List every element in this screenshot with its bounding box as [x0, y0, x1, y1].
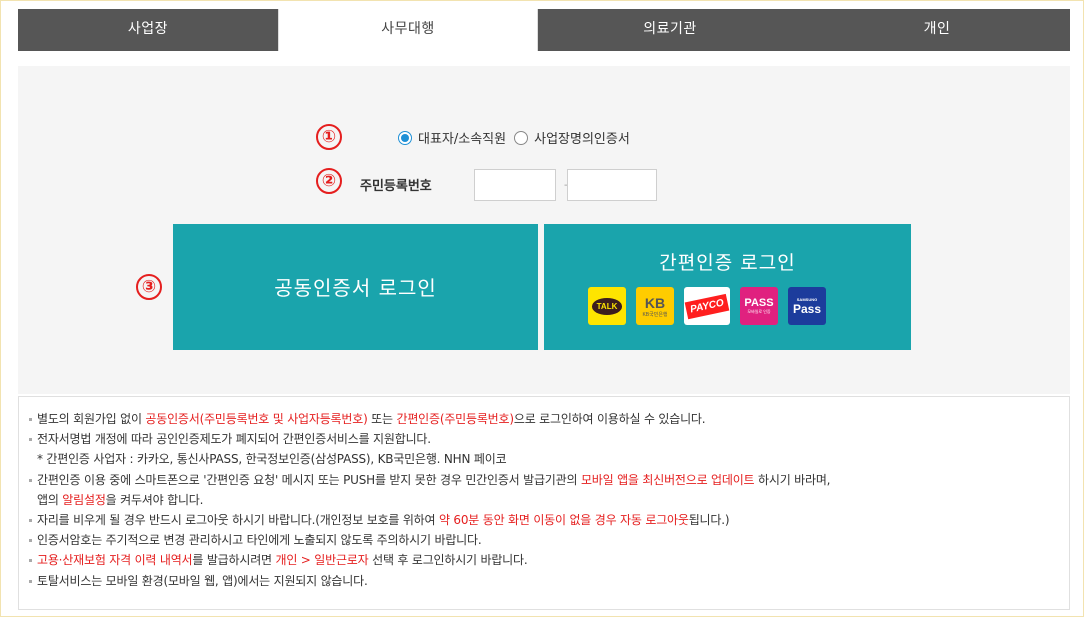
pass-logo: PASS 모바일로 인증 — [740, 287, 778, 325]
tab-business[interactable]: 사업장 — [18, 9, 278, 51]
radio-business-cert[interactable] — [514, 130, 529, 145]
provider-logos: TALK KB KB국민은행 PAYCO PASS 모바일로 인증 SAMSUNG P… — [588, 287, 826, 325]
radio-business-cert-label[interactable]: 사업장명의인증서 — [534, 128, 630, 147]
login-panel: ① 대표자/소속직원 사업장명의인증서 ② 주민등록번호 - ③ 공동인증서 로… — [18, 66, 1070, 394]
samsung-pass-logo: SAMSUNG Pass — [788, 287, 826, 325]
radio-representative-label[interactable]: 대표자/소속직원 — [418, 128, 506, 147]
simple-login-button[interactable]: 간편인증 로그인 TALK KB KB국민은행 PAYCO PASS 모바일로 인증… — [544, 224, 911, 350]
rrn-second-input[interactable] — [567, 169, 657, 201]
rrn-label: 주민등록번호 — [360, 179, 432, 194]
tab-medical[interactable]: 의료기관 — [538, 9, 802, 51]
radio-representative[interactable] — [398, 130, 412, 145]
notice-item: 전자서명법 개정에 따라 공인인증제도가 폐지되어 간편인증서비스를 지원합니다… — [29, 429, 1069, 449]
simple-login-label: 간편인증 로그인 — [659, 252, 796, 274]
cert-login-button[interactable]: 공동인증서 로그인 — [173, 224, 538, 350]
tab-bar: 사업장 사무대행 의료기관 개인 — [18, 9, 1070, 51]
notice-item: 간편인증 이용 중에 스마트폰으로 '간편인증 요청' 메시지 또는 PUSH를… — [29, 470, 1069, 490]
step-one-marker: ① — [316, 124, 342, 150]
tab-office-agent[interactable]: 사무대행 — [278, 9, 538, 51]
notice-box: 별도의 회원가입 없이 공동인증서(주민등록번호 및 사업자등록번호) 또는 간… — [18, 396, 1070, 610]
kb-bank-logo: KB KB국민은행 — [636, 287, 674, 325]
notice-item: 토탈서비스는 모바일 환경(모바일 웹, 앱)에서는 지원되지 않습니다. — [29, 571, 1069, 591]
notice-item: 별도의 회원가입 없이 공동인증서(주민등록번호 및 사업자등록번호) 또는 간… — [29, 409, 1069, 429]
tab-individual[interactable]: 개인 — [802, 9, 1072, 51]
notice-list: 별도의 회원가입 없이 공동인증서(주민등록번호 및 사업자등록번호) 또는 간… — [19, 397, 1069, 591]
step-three-marker: ③ — [136, 274, 162, 300]
notice-item: 인증서암호는 주기적으로 변경 관리하시고 타인에게 노출되지 않도록 주의하시… — [29, 530, 1069, 550]
rrn-first-input[interactable] — [474, 169, 556, 201]
step-two-marker: ② — [316, 168, 342, 194]
notice-item: 자리를 비우게 될 경우 반드시 로그아웃 하시기 바랍니다.(개인정보 보호를… — [29, 510, 1069, 530]
notice-item: 고용·산재보험 자격 이력 내역서를 발급하시려면 개인 > 일반근로자 선택 … — [29, 550, 1069, 570]
auth-type-group: 대표자/소속직원 사업장명의인증서 — [398, 128, 638, 147]
payco-logo: PAYCO — [684, 287, 730, 325]
notice-item: 앱의 알림설정을 켜두셔야 합니다. — [37, 492, 204, 507]
cert-login-label: 공동인증서 로그인 — [274, 276, 437, 300]
notice-item: * 간편인증 사업자 : 카카오, 통신사PASS, 한국정보인증(삼성PASS… — [37, 452, 507, 467]
kakao-talk-logo: TALK — [588, 287, 626, 325]
